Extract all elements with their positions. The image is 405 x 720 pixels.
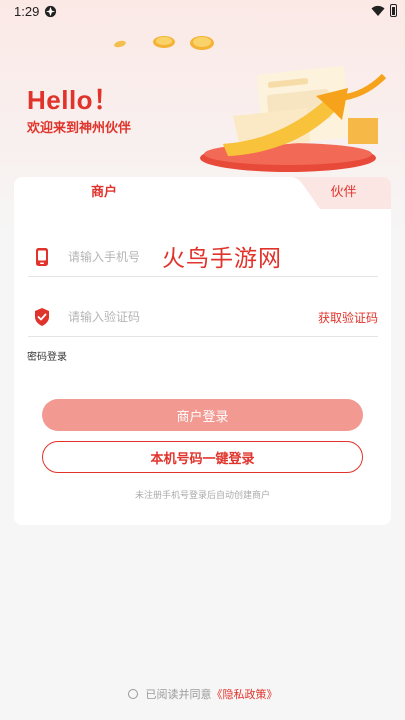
phone-icon [36, 248, 48, 266]
privacy-policy-link[interactable]: 《隐私政策》 [212, 688, 278, 701]
status-bar: 1:29 [0, 0, 405, 24]
code-field: 获取验证码 [28, 297, 378, 337]
coins-decoration-icon [114, 36, 214, 50]
get-code-button[interactable]: 获取验证码 [318, 309, 378, 326]
agree-checkbox[interactable] [127, 689, 138, 699]
phone-field [28, 237, 378, 277]
agreement-text: 已阅读并同意 [145, 688, 212, 701]
login-tabs: 商户 伙伴 [14, 177, 391, 209]
merchant-login-button[interactable]: 商户登录 [42, 399, 363, 431]
status-time: 1:29 [14, 4, 40, 19]
tab-merchant[interactable]: 商户 [14, 177, 194, 209]
app-notification-icon [44, 5, 57, 18]
login-card: 商户 伙伴 火鸟手游网 获取验证码 密码登录 商户登录 本机号码一键登录 未注册… [14, 177, 391, 525]
shield-check-icon [35, 308, 49, 326]
battery-icon [390, 4, 397, 17]
agreement-row: 已阅读并同意《隐私政策》 [0, 686, 405, 704]
one-click-login-button[interactable]: 本机号码一键登录 [42, 441, 363, 473]
phone-input[interactable] [68, 245, 268, 269]
hero-subtitle: 欢迎来到神州伙伴 [27, 121, 132, 136]
hero-title: Hello！ [27, 85, 120, 115]
growth-illustration-icon [200, 65, 387, 172]
code-input[interactable] [68, 305, 268, 329]
tab-partner[interactable]: 伙伴 [296, 177, 391, 209]
password-login-link[interactable]: 密码登录 [27, 348, 67, 363]
wifi-icon [371, 5, 385, 16]
register-hint: 未注册手机号登录后自动创建商户 [134, 491, 270, 501]
